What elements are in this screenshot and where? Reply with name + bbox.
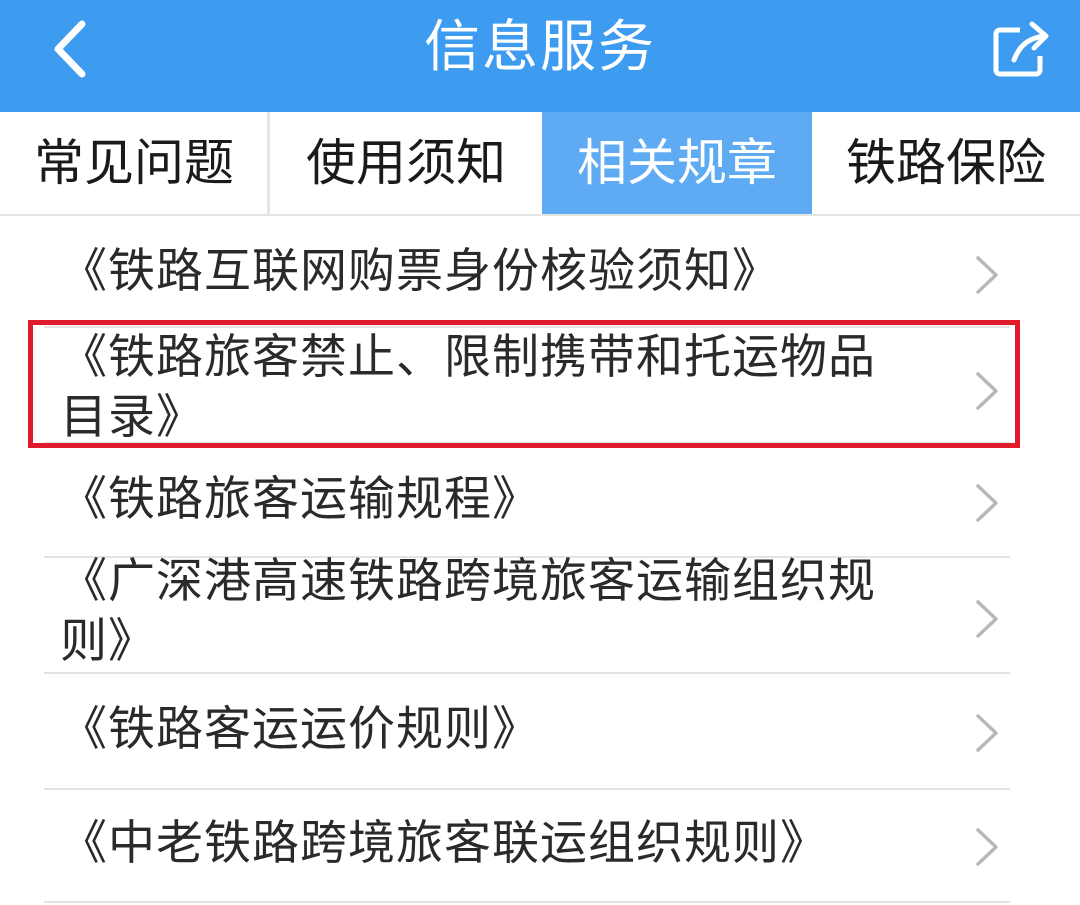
list-item-line: 《铁路互联网购票身份核验须知》 [60,244,780,299]
list-item-line: 《中老铁路跨境旅客联运组织规则》 [60,816,828,871]
tab-faq[interactable]: 常见问题 [0,112,268,214]
chevron-right-icon [976,484,998,522]
page-title: 信息服务 [424,15,656,80]
tab-regulations[interactable]: 相关规章 [542,112,812,214]
highlight-box [28,320,1020,448]
header-bar: 信息服务 [0,0,1080,112]
list-item[interactable]: 《铁路客运运价规则》 [0,674,1080,788]
list-item[interactable]: 《铁路旅客运输规程》 [0,446,1080,556]
chevron-right-icon [976,828,998,866]
chevron-right-icon [976,600,998,638]
list-item[interactable]: 《广深港高速铁路跨境旅客运输组织规 则》 [0,554,1080,672]
tab-usage-notice[interactable]: 使用须知 [270,112,542,214]
share-icon[interactable] [980,10,1060,90]
list-item-line: 则》 [60,614,156,669]
chevron-right-icon [976,714,998,752]
list-item-line: 《广深港高速铁路跨境旅客运输组织规 [60,554,876,609]
list-item-title: 《广深港高速铁路跨境旅客运输组织规 则》 [60,552,960,672]
chevron-right-icon [976,256,998,294]
list-item-title: 《铁路互联网购票身份核验须知》 [60,242,960,302]
list-item-title: 《铁路旅客运输规程》 [60,470,960,530]
list-item-title: 《铁路客运运价规则》 [60,700,960,760]
list-item-title: 《中老铁路跨境旅客联运组织规则》 [60,814,960,874]
list-divider [44,901,1010,903]
list-item-line: 《铁路客运运价规则》 [60,702,540,757]
tab-bar: 常见问题 使用须知 相关规章 铁路保险 [0,112,1080,216]
list-item[interactable]: 《铁路互联网购票身份核验须知》 [0,216,1080,324]
tab-railway-insurance[interactable]: 铁路保险 [812,112,1080,214]
list-item[interactable]: 《中老铁路跨境旅客联运组织规则》 [0,790,1080,902]
list-item-line: 《铁路旅客运输规程》 [60,472,540,527]
